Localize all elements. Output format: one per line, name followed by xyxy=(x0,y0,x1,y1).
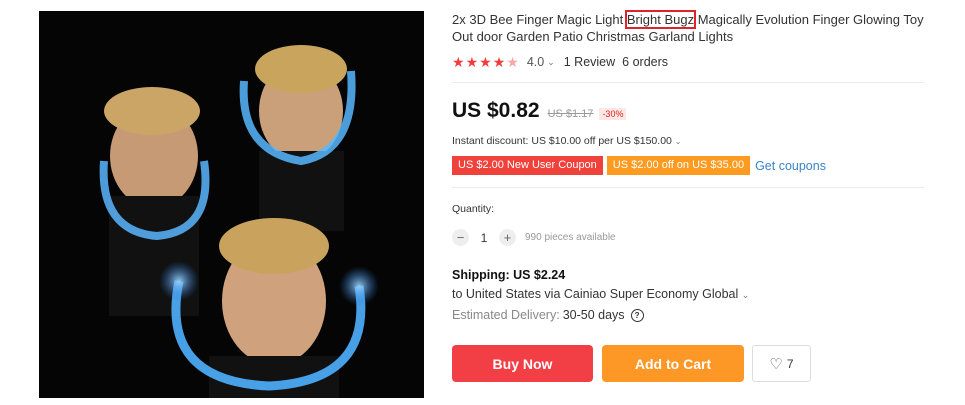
reviews-link[interactable]: 1 Review xyxy=(564,55,615,69)
quantity-stepper: − 1 + 990 pieces available xyxy=(452,229,616,246)
star-icon: ★ xyxy=(452,54,465,70)
star-icon: ★ xyxy=(492,54,506,70)
price-row: US $0.82 US $1.17 -30% xyxy=(452,99,627,123)
chevron-down-icon[interactable]: ⌄ xyxy=(675,137,682,146)
discount-badge: -30% xyxy=(599,108,627,120)
product-title: 2x 3D Bee Finger Magic Light Bright Bugz… xyxy=(452,10,930,45)
buy-now-button[interactable]: Buy Now xyxy=(452,345,593,382)
title-highlight: Bright Bugz xyxy=(624,10,697,29)
quantity-input[interactable]: 1 xyxy=(469,231,499,245)
heart-icon: ♡ xyxy=(769,355,783,373)
star-icon: ★ xyxy=(465,54,479,70)
increase-quantity-button[interactable]: + xyxy=(499,229,516,246)
wishlist-count: 7 xyxy=(786,356,794,371)
question-icon[interactable]: ? xyxy=(630,308,644,322)
product-photo xyxy=(39,11,424,398)
divider xyxy=(452,187,924,188)
original-price: US $1.17 xyxy=(547,108,594,120)
current-price: US $0.82 xyxy=(452,99,540,122)
product-image[interactable] xyxy=(39,11,424,398)
wishlist-button[interactable]: ♡ 7 xyxy=(752,345,811,382)
orders-count: 6 orders xyxy=(622,55,669,69)
estimated-delivery: Estimated Delivery: 30-50 days ? xyxy=(452,308,644,322)
star-rating: ★ ★ ★ ★ ★ xyxy=(452,55,519,69)
chevron-down-icon[interactable]: ⌄ xyxy=(742,290,750,300)
star-half-icon: ★ xyxy=(506,54,519,70)
add-to-cart-button[interactable]: Add to Cart xyxy=(602,345,744,382)
threshold-coupon[interactable]: US $2.00 off on US $35.00 xyxy=(606,156,751,175)
decrease-quantity-button[interactable]: − xyxy=(452,229,469,246)
instant-discount[interactable]: Instant discount: US $10.00 off per US $… xyxy=(452,135,682,147)
instant-discount-text: Instant discount: US $10.00 off per US $… xyxy=(452,135,672,147)
star-icon: ★ xyxy=(479,54,492,70)
shipping-destination-text: to United States via Cainiao Super Econo… xyxy=(452,287,739,301)
pieces-available: 990 pieces available xyxy=(525,232,616,243)
get-coupons-link[interactable]: Get coupons xyxy=(755,159,826,173)
delivery-value: 30-50 days xyxy=(562,308,625,322)
rating-value[interactable]: 4.0 xyxy=(527,55,544,69)
quantity-label: Quantity: xyxy=(452,203,495,215)
shipping-cost: Shipping: US $2.24 xyxy=(452,268,566,282)
rating-row: ★ ★ ★ ★ ★ 4.0 ⌄ 1 Review 6 orders xyxy=(452,54,668,70)
divider xyxy=(452,82,924,83)
chevron-down-icon[interactable]: ⌄ xyxy=(547,57,555,68)
shipping-destination[interactable]: to United States via Cainiao Super Econo… xyxy=(452,287,749,301)
coupon-row: US $2.00 New User Coupon US $2.00 off on… xyxy=(452,156,826,175)
delivery-label: Estimated Delivery: xyxy=(452,308,560,322)
new-user-coupon[interactable]: US $2.00 New User Coupon xyxy=(452,156,603,175)
title-before: 2x 3D Bee Finger Magic Light xyxy=(452,12,627,27)
